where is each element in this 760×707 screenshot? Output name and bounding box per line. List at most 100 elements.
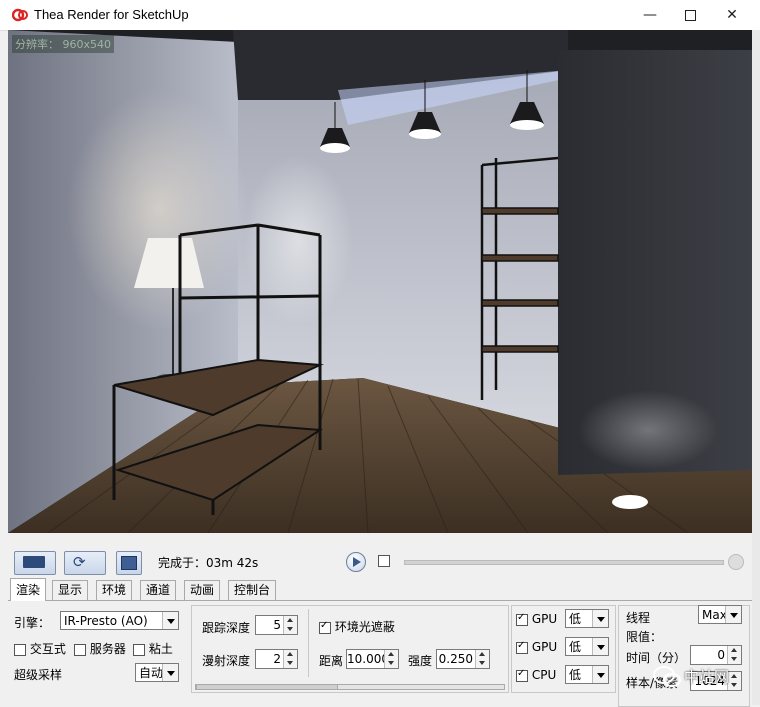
distance-stepper[interactable]: 10.000 — [346, 649, 399, 669]
copy-icon — [121, 556, 137, 570]
supersampling-select[interactable]: 自动 — [135, 663, 179, 682]
trace-depth-value: 5 — [273, 618, 281, 632]
clay-label: 粘土 — [148, 642, 173, 656]
tab-label: 动画 — [190, 583, 215, 597]
distance-value: 10.000 — [347, 652, 389, 666]
tab-render[interactable]: 渲染 — [10, 578, 47, 601]
render-progress-bar — [404, 560, 724, 565]
chevron-down-icon — [592, 666, 608, 683]
watermark: 中站网 — [650, 658, 755, 703]
tab-label: 显示 — [58, 583, 83, 597]
title-bar: Thea Render for SketchUp — ✕ — [0, 0, 760, 31]
device-gpu-1[interactable]: GPU — [516, 612, 557, 626]
device-priority-value: 低 — [569, 640, 582, 654]
intensity-label: 强度 — [408, 654, 433, 668]
render-toolbar: ⟳ 完成于：03m 42s — [8, 546, 752, 576]
spin-arrows-icon[interactable] — [384, 650, 398, 668]
intensity-stepper[interactable]: 0.250 — [436, 649, 490, 669]
device-priority-value: 低 — [569, 612, 582, 626]
device-priority-select[interactable]: 低 — [565, 609, 609, 628]
diffuse-depth-stepper[interactable]: 2 — [255, 649, 298, 669]
close-button[interactable]: ✕ — [712, 0, 752, 30]
engine-label: 引擎： — [14, 616, 51, 630]
tab-console[interactable]: 控制台 — [228, 580, 277, 600]
threads-label: 线程 — [626, 611, 651, 625]
minimize-button[interactable]: — — [630, 0, 670, 30]
spin-arrows-icon[interactable] — [475, 650, 489, 668]
interactive-checkbox[interactable] — [14, 643, 26, 656]
device-gpu-2[interactable]: GPU — [516, 640, 557, 654]
device-priority-select[interactable]: 低 — [565, 637, 609, 656]
render-viewport[interactable]: 分辨率： 960x540 — [8, 30, 752, 533]
window-edge — [752, 30, 760, 705]
refresh-render-button[interactable]: ⟳ — [64, 551, 106, 575]
tab-label: 环境 — [102, 583, 127, 597]
server-option[interactable]: 服务器 — [74, 640, 126, 657]
settings-tabs: 渲染 显示 环境 通道 动画 控制台 — [8, 578, 752, 601]
clay-checkbox[interactable] — [133, 643, 145, 656]
clay-option[interactable]: 粘土 — [133, 640, 173, 657]
device-label: GPU — [531, 640, 558, 654]
engine-select[interactable]: IR-Presto (AO) — [60, 611, 179, 630]
chevron-down-icon — [592, 610, 608, 627]
distance-label: 距离 — [319, 654, 344, 668]
device-checkbox[interactable] — [516, 612, 528, 626]
tab-environment[interactable]: 环境 — [96, 580, 133, 600]
tab-label: 通道 — [146, 583, 171, 597]
thea-logo-icon — [12, 8, 28, 22]
chevron-down-icon — [592, 638, 608, 655]
ao-checkbox[interactable] — [319, 620, 331, 634]
refresh-icon: ⟳ — [73, 553, 86, 571]
diffuse-depth-value: 2 — [273, 652, 281, 666]
device-priority-select[interactable]: 低 — [565, 665, 609, 684]
tab-animation[interactable]: 动画 — [184, 580, 221, 600]
ao-label: 环境光遮蔽 — [334, 620, 395, 634]
device-checkbox[interactable] — [516, 668, 528, 682]
interactive-label: 交互式 — [29, 642, 66, 656]
save-icon — [23, 556, 45, 568]
device-label: CPU — [531, 668, 557, 682]
maximize-button[interactable] — [670, 0, 710, 30]
spin-arrows-icon[interactable] — [283, 616, 297, 634]
interactive-option[interactable]: 交互式 — [14, 640, 66, 657]
copy-image-button[interactable] — [116, 551, 142, 575]
resolution-label: 分辨率： 960x540 — [12, 35, 114, 53]
device-checkbox[interactable] — [516, 640, 528, 654]
chevron-down-icon — [162, 612, 178, 629]
supersampling-value: 自动 — [139, 666, 164, 680]
progress-checkbox[interactable] — [378, 555, 390, 567]
device-cpu[interactable]: CPU — [516, 668, 556, 682]
trace-depth-stepper[interactable]: 5 — [255, 615, 298, 635]
scrollbar-thumb[interactable] — [196, 684, 338, 690]
engine-value: IR-Presto (AO) — [64, 614, 148, 628]
maximize-icon — [684, 9, 696, 21]
window-title: Thea Render for SketchUp — [34, 7, 189, 22]
diffuse-depth-label: 漫射深度 — [202, 654, 251, 668]
close-icon: ✕ — [726, 7, 738, 23]
tab-label: 渲染 — [16, 583, 41, 597]
spin-arrows-icon[interactable] — [283, 650, 297, 668]
tab-display[interactable]: 显示 — [52, 580, 89, 600]
supersampling-label: 超级采样 — [14, 668, 63, 682]
progress-end-icon — [728, 554, 744, 570]
limit-label: 限值： — [626, 630, 663, 644]
threads-value: Max — [702, 608, 727, 622]
ao-option[interactable]: 环境光遮蔽 — [319, 618, 395, 635]
tab-label: 控制台 — [234, 583, 271, 597]
play-button[interactable] — [346, 552, 366, 572]
device-priority-value: 低 — [569, 668, 582, 682]
settings-scrollbar[interactable] — [195, 684, 505, 690]
render-settings-panel: 引擎： IR-Presto (AO) 交互式 服务器 粘土 超级采样 自动 跟踪… — [8, 601, 752, 707]
device-label: GPU — [531, 612, 558, 626]
watermark-text: 中站网 — [684, 668, 730, 686]
group-divider — [308, 609, 309, 677]
chevron-down-icon — [725, 606, 741, 623]
rendered-scene-image — [8, 30, 752, 533]
tab-channels[interactable]: 通道 — [140, 580, 177, 600]
intensity-value: 0.250 — [438, 652, 473, 666]
trace-depth-label: 跟踪深度 — [202, 621, 251, 635]
minimize-icon: — — [643, 7, 657, 23]
server-checkbox[interactable] — [74, 643, 86, 656]
save-image-button[interactable] — [14, 551, 56, 575]
threads-select[interactable]: Max — [698, 605, 742, 624]
